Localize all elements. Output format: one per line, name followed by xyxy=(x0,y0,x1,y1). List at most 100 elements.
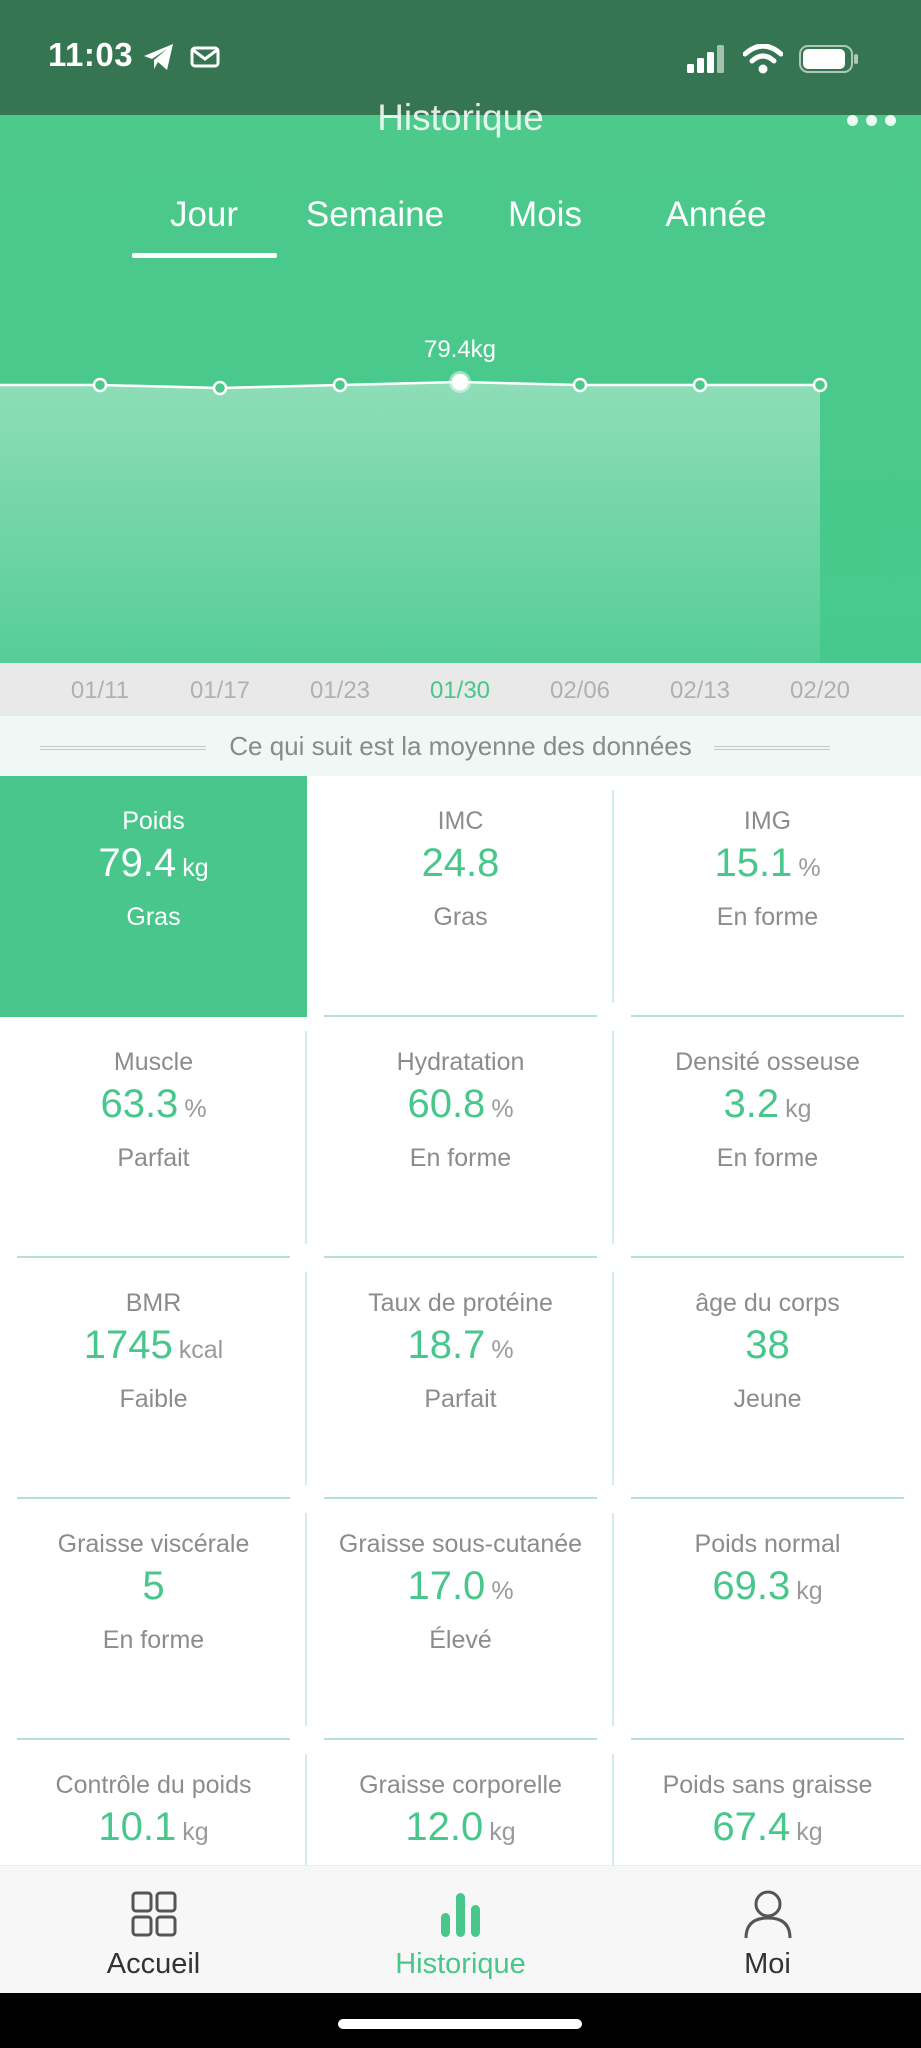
metric-value: 15.1 xyxy=(714,841,793,885)
metric-card[interactable]: Hydratation 60.8% En forme xyxy=(307,1017,614,1258)
metric-card[interactable]: Muscle 63.3% Parfait xyxy=(0,1017,307,1258)
metric-value-row: 3.2 kg xyxy=(614,1082,921,1127)
metric-name: Poids xyxy=(122,807,185,835)
date-tick-label[interactable]: 01/11 xyxy=(55,677,145,705)
metric-unit: kg xyxy=(182,1818,209,1846)
bar-chart-icon xyxy=(441,1893,480,1937)
metric-card[interactable]: âge du corps 38 Jeune xyxy=(614,1258,921,1499)
metric-value: 69.3 xyxy=(712,1564,791,1608)
nav-accueil[interactable]: Accueil xyxy=(0,1866,307,1994)
chart-point[interactable] xyxy=(692,377,708,393)
metric-value-row: 69.3 kg xyxy=(614,1564,921,1609)
metric-value-row: 1745 kcal xyxy=(0,1323,307,1368)
metric-value-row: 60.8% xyxy=(307,1082,614,1127)
chart-point[interactable] xyxy=(812,377,828,393)
metric-status: Gras xyxy=(433,903,488,931)
chart-point[interactable] xyxy=(572,377,588,393)
metric-status: Parfait xyxy=(424,1385,497,1413)
metric-card[interactable]: IMG 15.1% En forme xyxy=(614,776,921,1017)
metric-card[interactable]: IMC 24.8 Gras xyxy=(307,776,614,1017)
metric-name: Graisse viscérale xyxy=(57,1530,250,1558)
date-tick-label[interactable]: 01/23 xyxy=(295,677,385,705)
metric-card[interactable]: Poids normal 69.3 kg xyxy=(614,1499,921,1740)
metric-name: Graisse sous-cutanée xyxy=(338,1530,583,1558)
metric-value-row: 67.4 kg xyxy=(614,1805,921,1850)
metric-value-row: 17.0% xyxy=(307,1564,614,1609)
metric-name: BMR xyxy=(125,1289,182,1317)
chart-point[interactable] xyxy=(92,377,108,393)
metric-unit: kg xyxy=(182,854,209,882)
user-icon xyxy=(744,1890,792,1939)
metric-value: 5 xyxy=(142,1564,165,1608)
metric-value: 10.1 xyxy=(98,1805,177,1849)
nav-label-historique: Historique xyxy=(395,1948,526,1980)
nav-label-accueil: Accueil xyxy=(106,1948,201,1980)
metric-card[interactable]: BMR 1745 kcal Faible xyxy=(0,1258,307,1499)
date-tick-label[interactable]: 02/13 xyxy=(655,677,745,705)
metric-unit: % xyxy=(491,1577,514,1605)
wifi-icon xyxy=(743,44,783,74)
nav-historique[interactable]: Historique xyxy=(307,1866,614,1994)
weight-chart[interactable]: 79.4kg xyxy=(0,115,921,663)
metric-unit: % xyxy=(184,1095,207,1123)
banner-divider-right xyxy=(714,746,830,750)
date-tick-label[interactable]: 02/20 xyxy=(775,677,865,705)
metric-name: Densité osseuse xyxy=(675,1048,860,1076)
metric-name: Taux de protéine xyxy=(368,1289,553,1317)
metric-card[interactable]: Poids 79.4 kg Gras xyxy=(0,776,307,1017)
home-indicator[interactable] xyxy=(338,2019,582,2029)
metric-value: 12.0 xyxy=(405,1805,484,1849)
metric-value: 38 xyxy=(745,1323,790,1367)
chart-point[interactable] xyxy=(451,373,469,391)
metric-unit: % xyxy=(491,1095,514,1123)
metric-status: Parfait xyxy=(117,1144,190,1172)
metric-name: âge du corps xyxy=(695,1289,840,1317)
metric-value: 63.3 xyxy=(100,1082,179,1126)
metric-name: Poids normal xyxy=(694,1530,841,1558)
mail-icon xyxy=(190,46,220,68)
metric-value: 1745 xyxy=(83,1323,173,1367)
metric-status: En forme xyxy=(409,1144,512,1172)
metric-value: 67.4 xyxy=(712,1805,791,1849)
nav-moi[interactable]: Moi xyxy=(614,1866,921,1994)
metric-name: Hydratation xyxy=(396,1048,525,1076)
metric-unit: kg xyxy=(796,1818,823,1846)
metric-value-row: 10.1 kg xyxy=(0,1805,307,1850)
metric-value: 3.2 xyxy=(723,1082,780,1126)
chart-area-fill xyxy=(0,382,820,663)
date-tick-label[interactable]: 01/17 xyxy=(175,677,265,705)
metric-value: 79.4 xyxy=(98,841,177,885)
status-right-icons xyxy=(687,44,859,74)
date-axis: 01/11 01/17 01/23 01/30 02/06 02/13 02/20 xyxy=(0,663,921,716)
chart-point[interactable] xyxy=(332,377,348,393)
metric-value: 17.0 xyxy=(407,1564,486,1608)
metric-name: Contrôle du poids xyxy=(55,1771,252,1799)
metric-unit: % xyxy=(491,1336,514,1364)
date-tick-label[interactable]: 01/30 xyxy=(415,677,505,705)
metric-value-row: 5 xyxy=(0,1564,307,1609)
chart-point[interactable] xyxy=(212,380,228,396)
metric-status: En forme xyxy=(716,903,819,931)
metric-status: En forme xyxy=(716,1144,819,1172)
metric-unit: kg xyxy=(785,1095,812,1123)
history-header: Historique Jour Semaine Mois Année 79.4k… xyxy=(0,97,921,663)
bottom-navigation: Accueil Historique Moi xyxy=(0,1865,921,1993)
metric-card[interactable]: Graisse viscérale 5 En forme xyxy=(0,1499,307,1740)
metric-unit: kg xyxy=(489,1818,516,1846)
metric-value-row: 24.8 xyxy=(307,841,614,886)
metric-name: Muscle xyxy=(113,1048,194,1076)
metric-value-row: 18.7% xyxy=(307,1323,614,1368)
status-time: 11:03 xyxy=(48,36,134,73)
metric-card[interactable]: Taux de protéine 18.7% Parfait xyxy=(307,1258,614,1499)
metric-card[interactable]: Densité osseuse 3.2 kg En forme xyxy=(614,1017,921,1258)
metric-value-row: 15.1% xyxy=(614,841,921,886)
nav-label-moi: Moi xyxy=(744,1948,791,1980)
home-indicator-area xyxy=(0,1993,921,2048)
metric-name: Poids sans graisse xyxy=(662,1771,873,1799)
metric-value-row: 63.3% xyxy=(0,1082,307,1127)
metric-unit: % xyxy=(798,854,821,882)
metric-unit: kg xyxy=(796,1577,823,1605)
metric-status: Jeune xyxy=(733,1385,802,1413)
metric-card[interactable]: Graisse sous-cutanée 17.0% Élevé xyxy=(307,1499,614,1740)
date-tick-label[interactable]: 02/06 xyxy=(535,677,625,705)
